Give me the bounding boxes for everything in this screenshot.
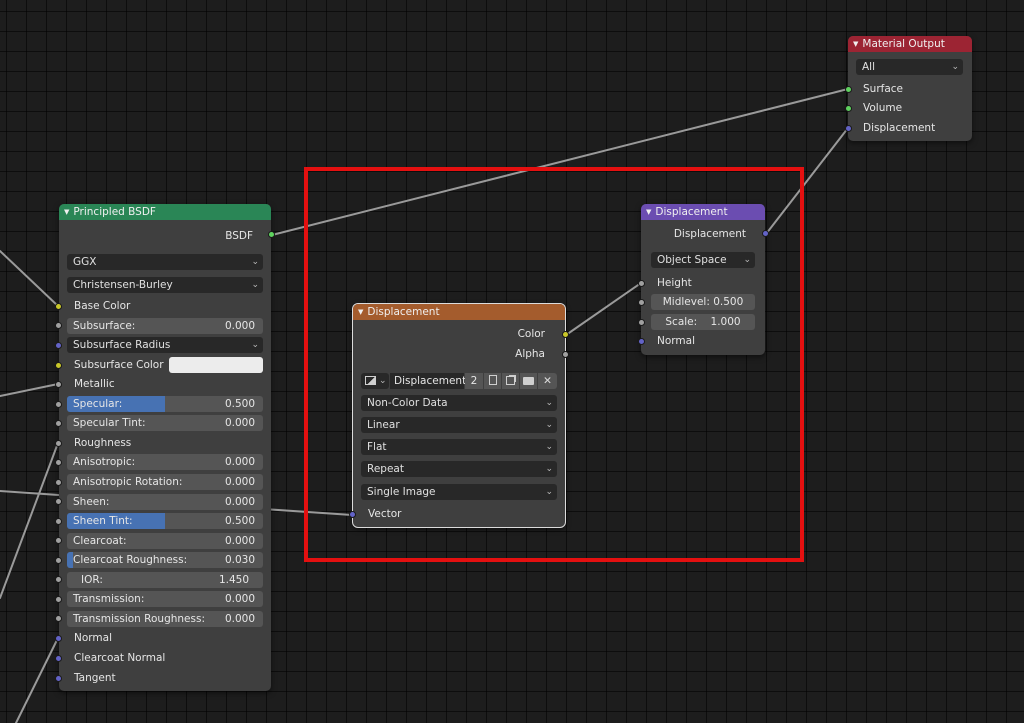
ior-field[interactable]: IOR: 1.450: [67, 572, 263, 588]
subsurface-color-label: Subsurface Color: [74, 359, 164, 371]
socket-tangent[interactable]: [55, 675, 62, 682]
clearcoat-roughness-field[interactable]: Clearcoat Roughness: 0.030: [67, 552, 263, 568]
socket-transmission-roughness[interactable]: [55, 615, 62, 622]
clearcoat-field[interactable]: Clearcoat: 0.000: [67, 533, 263, 549]
clearcoat-roughness-value: 0.030: [224, 554, 255, 566]
highlight-rectangle: [304, 167, 804, 562]
clearcoat-value: 0.000: [224, 535, 255, 547]
sheen-tint-value: 0.500: [224, 515, 255, 527]
socket-volume-input[interactable]: [845, 105, 852, 112]
chevron-down-icon: ⌄: [251, 257, 259, 267]
roughness-label: Roughness: [74, 437, 132, 449]
link-to-roughness[interactable]: [0, 442, 59, 599]
transmission-value: 0.000: [224, 593, 255, 605]
socket-sheen[interactable]: [55, 498, 62, 505]
anisotropic-value: 0.000: [224, 456, 255, 468]
socket-subsurface-color[interactable]: [55, 362, 62, 369]
transmission-label: Transmission:: [73, 593, 145, 605]
distribution-value: GGX: [73, 256, 97, 268]
chevron-down-icon: ⌄: [251, 280, 259, 290]
material-output-node[interactable]: ▼ Material Output All ⌄ Surface Volume Dis…: [848, 36, 972, 141]
socket-bsdf-output[interactable]: [268, 231, 275, 238]
material-output-title: Material Output: [862, 38, 945, 50]
subsurface-color-swatch[interactable]: [169, 357, 263, 373]
normal-label: Normal: [74, 632, 112, 644]
socket-surface-input[interactable]: [845, 86, 852, 93]
clearcoat-normal-label: Clearcoat Normal: [74, 652, 166, 664]
transmission-roughness-value: 0.000: [224, 613, 255, 625]
output-bsdf-label: BSDF: [225, 230, 253, 242]
subsurface-label: Subsurface:: [73, 320, 136, 332]
specular-label: Specular:: [73, 398, 123, 410]
sheen-value: 0.000: [224, 496, 255, 508]
socket-displacement-input[interactable]: [845, 125, 852, 132]
collapse-arrow-icon[interactable]: ▼: [64, 204, 69, 220]
principled-bsdf-header[interactable]: ▼ Principled BSDF: [59, 204, 271, 220]
link-to-normal[interactable]: [15, 637, 59, 723]
socket-anisotropic-rotation[interactable]: [55, 479, 62, 486]
sheen-tint-field[interactable]: Sheen Tint: 0.500: [67, 513, 263, 529]
distribution-dropdown[interactable]: GGX ⌄: [67, 254, 263, 270]
base-color-label: Base Color: [74, 300, 131, 312]
target-value: All: [862, 61, 876, 73]
clearcoat-label: Clearcoat:: [73, 535, 127, 547]
socket-clearcoat-roughness[interactable]: [55, 557, 62, 564]
anisotropic-label: Anisotropic:: [73, 456, 136, 468]
sheen-label: Sheen:: [73, 496, 110, 508]
socket-clearcoat-normal[interactable]: [55, 655, 62, 662]
socket-specular-tint[interactable]: [55, 420, 62, 427]
material-output-header[interactable]: ▼ Material Output: [848, 36, 972, 52]
socket-specular[interactable]: [55, 401, 62, 408]
transmission-roughness-label: Transmission Roughness:: [73, 613, 205, 625]
socket-anisotropic[interactable]: [55, 459, 62, 466]
socket-normal[interactable]: [55, 635, 62, 642]
anisotropic-rotation-field[interactable]: Anisotropic Rotation: 0.000: [67, 474, 263, 490]
collapse-arrow-icon[interactable]: ▼: [853, 36, 858, 52]
socket-roughness[interactable]: [55, 440, 62, 447]
subsurface-method-value: Christensen-Burley: [73, 279, 173, 291]
principled-bsdf-node[interactable]: ▼ Principled BSDF BSDF GGX ⌄ Christensen-B…: [59, 204, 271, 691]
tangent-label: Tangent: [74, 672, 116, 684]
specular-tint-label: Specular Tint:: [73, 417, 146, 429]
sheen-field[interactable]: Sheen: 0.000: [67, 494, 263, 510]
link-to-metallic[interactable]: [0, 383, 59, 397]
clearcoat-roughness-label: Clearcoat Roughness:: [73, 554, 188, 566]
chevron-down-icon: ⌄: [251, 340, 259, 350]
link-to-base-color[interactable]: [0, 250, 59, 307]
subsurface-field[interactable]: Subsurface: 0.000: [67, 318, 263, 334]
transmission-roughness-field[interactable]: Transmission Roughness: 0.000: [67, 611, 263, 627]
subsurface-radius-dropdown[interactable]: Subsurface Radius ⌄: [67, 337, 263, 353]
socket-base-color[interactable]: [55, 303, 62, 310]
anisotropic-rotation-label: Anisotropic Rotation:: [73, 476, 183, 488]
socket-ior[interactable]: [55, 576, 62, 583]
socket-transmission[interactable]: [55, 596, 62, 603]
output-displacement-input-label: Displacement: [863, 122, 936, 134]
subsurface-method-dropdown[interactable]: Christensen-Burley ⌄: [67, 277, 263, 293]
socket-clearcoat[interactable]: [55, 537, 62, 544]
socket-subsurface-radius[interactable]: [55, 342, 62, 349]
transmission-field[interactable]: Transmission: 0.000: [67, 591, 263, 607]
specular-tint-value: 0.000: [224, 417, 255, 429]
ior-value: 1.450: [218, 574, 249, 586]
subsurface-radius-label: Subsurface Radius: [73, 339, 171, 351]
specular-value: 0.500: [224, 398, 255, 410]
anisotropic-rotation-value: 0.000: [224, 476, 255, 488]
specular-tint-field[interactable]: Specular Tint: 0.000: [67, 415, 263, 431]
volume-label: Volume: [863, 102, 903, 114]
socket-metallic[interactable]: [55, 381, 62, 388]
anisotropic-field[interactable]: Anisotropic: 0.000: [67, 454, 263, 470]
target-dropdown[interactable]: All ⌄: [856, 59, 963, 75]
sheen-tint-label: Sheen Tint:: [73, 515, 133, 527]
socket-subsurface[interactable]: [55, 322, 62, 329]
chevron-down-icon: ⌄: [951, 62, 959, 72]
subsurface-value: 0.000: [224, 320, 255, 332]
metallic-label: Metallic: [74, 378, 115, 390]
surface-label: Surface: [863, 83, 904, 95]
ior-label: IOR:: [81, 574, 103, 586]
specular-field[interactable]: Specular: 0.500: [67, 396, 263, 412]
principled-bsdf-title: Principled BSDF: [73, 206, 156, 218]
socket-sheen-tint[interactable]: [55, 518, 62, 525]
